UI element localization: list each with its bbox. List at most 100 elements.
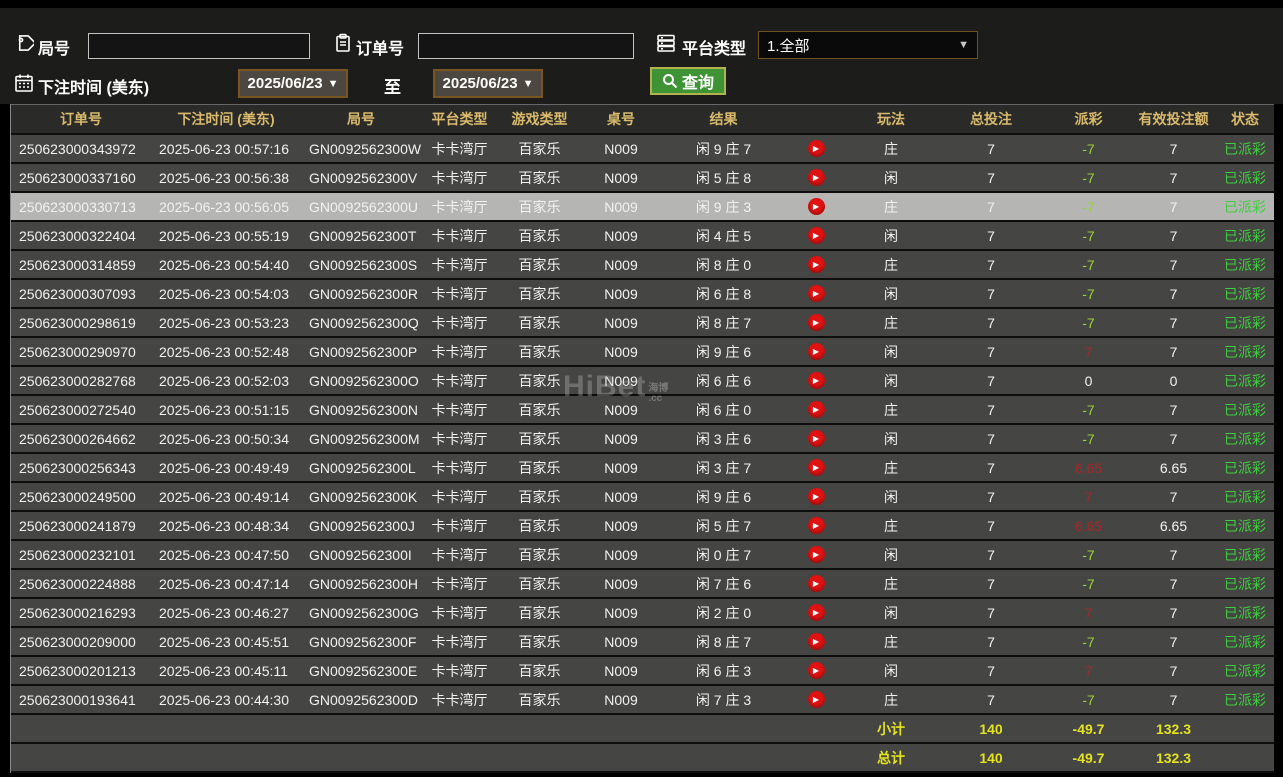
total-bet-cell: 7 bbox=[987, 140, 995, 157]
empty-cell bbox=[786, 744, 846, 771]
order-number-cell: 250623000232101 bbox=[19, 546, 136, 563]
play-icon[interactable]: ▶ bbox=[807, 662, 825, 679]
order-number-input[interactable] bbox=[418, 33, 634, 59]
order-number-cell: 250623000282768 bbox=[19, 372, 136, 389]
play-icon[interactable]: ▶ bbox=[807, 227, 825, 244]
table-row[interactable]: 250623000282768 2025-06-23 00:52:03 GN0092… bbox=[11, 367, 1274, 394]
table-row[interactable]: 250623000201213 2025-06-23 00:45:11 GN0092… bbox=[11, 657, 1274, 684]
play-icon[interactable]: ▶ bbox=[807, 198, 825, 215]
play-type-cell: 闲 bbox=[884, 604, 898, 621]
game-type-cell: 百家乐 bbox=[518, 401, 561, 418]
table-row[interactable]: 250623000343972 2025-06-23 00:57:16 GN0092… bbox=[11, 135, 1274, 162]
total-bet-cell: 7 bbox=[987, 343, 995, 360]
table-row[interactable]: 250623000290970 2025-06-23 00:52:48 GN0092… bbox=[11, 338, 1274, 365]
status-cell: 已派彩 bbox=[1224, 488, 1266, 505]
total-bet-cell: 7 bbox=[987, 285, 995, 302]
play-icon[interactable]: ▶ bbox=[807, 604, 825, 621]
play-icon[interactable]: ▶ bbox=[807, 343, 825, 360]
empty-cell bbox=[421, 715, 498, 742]
play-icon[interactable]: ▶ bbox=[807, 401, 825, 418]
table-row[interactable]: 250623000256343 2025-06-23 00:49:49 GN0092… bbox=[11, 454, 1274, 481]
date-to-picker[interactable]: 2025/06/23 ▼ bbox=[433, 69, 543, 98]
valid-bet-cell: 7 bbox=[1169, 691, 1178, 708]
play-icon[interactable]: ▶ bbox=[807, 256, 825, 273]
round-number-input[interactable] bbox=[88, 33, 310, 59]
empty-cell bbox=[498, 744, 581, 771]
play-icon[interactable]: ▶ bbox=[807, 517, 825, 534]
order-number-cell: 250623000290970 bbox=[19, 343, 136, 360]
round-number-cell: GN0092562300N bbox=[309, 401, 418, 418]
play-icon[interactable]: ▶ bbox=[807, 488, 825, 505]
result-cell: 闲 9 庄 7 bbox=[695, 140, 752, 157]
tag-icon bbox=[14, 33, 37, 53]
round-number-cell: GN0092562300R bbox=[309, 285, 418, 302]
table-row[interactable]: 250623000249500 2025-06-23 00:49:14 GN0092… bbox=[11, 483, 1274, 510]
play-type-cell: 闲 bbox=[884, 430, 898, 447]
round-number-cell: GN0092562300V bbox=[309, 169, 418, 186]
payout-cell: -7 bbox=[1082, 314, 1095, 331]
play-icon[interactable]: ▶ bbox=[807, 140, 825, 157]
play-icon[interactable]: ▶ bbox=[807, 314, 825, 331]
table-row[interactable]: 250623000314859 2025-06-23 00:54:40 GN0092… bbox=[11, 251, 1274, 278]
table-row[interactable]: 250623000241879 2025-06-23 00:48:34 GN0092… bbox=[11, 512, 1274, 539]
table-row[interactable]: 250623000330713 2025-06-23 00:56:05 GN0092… bbox=[11, 193, 1274, 220]
status-cell: 已派彩 bbox=[1224, 314, 1266, 331]
replay-cell: ▶ bbox=[786, 251, 846, 278]
play-type-cell: 闲 bbox=[884, 372, 898, 389]
table-row[interactable]: 250623000224888 2025-06-23 00:47:14 GN0092… bbox=[11, 570, 1274, 597]
empty-cell bbox=[11, 715, 151, 742]
play-icon[interactable]: ▶ bbox=[807, 169, 825, 186]
play-icon[interactable]: ▶ bbox=[807, 372, 825, 389]
payout-cell: -7 bbox=[1082, 256, 1095, 273]
status-cell: 已派彩 bbox=[1224, 604, 1266, 621]
game-type-cell: 百家乐 bbox=[518, 372, 561, 389]
replay-cell: ▶ bbox=[786, 454, 846, 481]
play-icon[interactable]: ▶ bbox=[807, 546, 825, 563]
play-type-cell: 庄 bbox=[884, 198, 898, 215]
play-type-cell: 闲 bbox=[884, 227, 898, 244]
game-type-cell: 百家乐 bbox=[518, 459, 561, 476]
play-icon[interactable]: ▶ bbox=[807, 459, 825, 476]
column-header: 有效投注额 bbox=[1138, 111, 1209, 127]
column-header: 状态 bbox=[1231, 111, 1259, 127]
bet-time-cell: 2025-06-23 00:55:19 bbox=[159, 227, 289, 244]
table-number-cell: N009 bbox=[604, 546, 638, 563]
platform-cell: 卡卡湾厅 bbox=[431, 314, 488, 331]
replay-cell: ▶ bbox=[786, 280, 846, 307]
table-row[interactable]: 250623000298619 2025-06-23 00:53:23 GN0092… bbox=[11, 309, 1274, 336]
table-row[interactable]: 250623000307093 2025-06-23 00:54:03 GN0092… bbox=[11, 280, 1274, 307]
platform-type-select[interactable]: 1.全部 ▼ bbox=[758, 31, 978, 59]
date-from-picker[interactable]: 2025/06/23 ▼ bbox=[238, 69, 348, 98]
status-cell: 已派彩 bbox=[1224, 459, 1266, 476]
calendar-icon bbox=[14, 73, 34, 93]
play-icon[interactable]: ▶ bbox=[807, 691, 825, 708]
status-cell: 已派彩 bbox=[1224, 140, 1266, 157]
total-bet-cell: 7 bbox=[987, 575, 995, 592]
query-button[interactable]: 查询 bbox=[650, 67, 727, 95]
play-icon[interactable]: ▶ bbox=[807, 285, 825, 302]
payout-cell: -7 bbox=[1082, 633, 1095, 650]
table-row[interactable]: 250623000337160 2025-06-23 00:56:38 GN0092… bbox=[11, 164, 1274, 191]
table-row[interactable]: 250623000216293 2025-06-23 00:46:27 GN0092… bbox=[11, 599, 1274, 626]
play-icon[interactable]: ▶ bbox=[807, 430, 825, 447]
table-number-cell: N009 bbox=[604, 285, 638, 302]
total-row: 总计 140 -49.7 132.3 bbox=[11, 744, 1274, 771]
table-row[interactable]: 250623000322404 2025-06-23 00:55:19 GN0092… bbox=[11, 222, 1274, 249]
total-bet-cell: 7 bbox=[987, 546, 995, 563]
table-row[interactable]: 250623000232101 2025-06-23 00:47:50 GN0092… bbox=[11, 541, 1274, 568]
table-body: 250623000343972 2025-06-23 00:57:16 GN0092… bbox=[11, 135, 1274, 771]
table-row[interactable]: 250623000209000 2025-06-23 00:45:51 GN0092… bbox=[11, 628, 1274, 655]
play-type-cell: 庄 bbox=[884, 691, 898, 708]
total-bet-cell: 7 bbox=[987, 662, 995, 679]
table-row[interactable]: 250623000264662 2025-06-23 00:50:34 GN0092… bbox=[11, 425, 1274, 452]
platform-cell: 卡卡湾厅 bbox=[431, 256, 488, 273]
play-icon[interactable]: ▶ bbox=[807, 575, 825, 592]
play-icon[interactable]: ▶ bbox=[807, 633, 825, 650]
valid-bet-cell: 7 bbox=[1169, 633, 1178, 650]
replay-cell: ▶ bbox=[786, 599, 846, 626]
payout-cell: -7 bbox=[1082, 546, 1095, 563]
table-row[interactable]: 250623000193641 2025-06-23 00:44:30 GN0092… bbox=[11, 686, 1274, 713]
table-number-cell: N009 bbox=[604, 401, 638, 418]
table-row[interactable]: 250623000272540 2025-06-23 00:51:15 GN0092… bbox=[11, 396, 1274, 423]
game-type-cell: 百家乐 bbox=[518, 285, 561, 302]
